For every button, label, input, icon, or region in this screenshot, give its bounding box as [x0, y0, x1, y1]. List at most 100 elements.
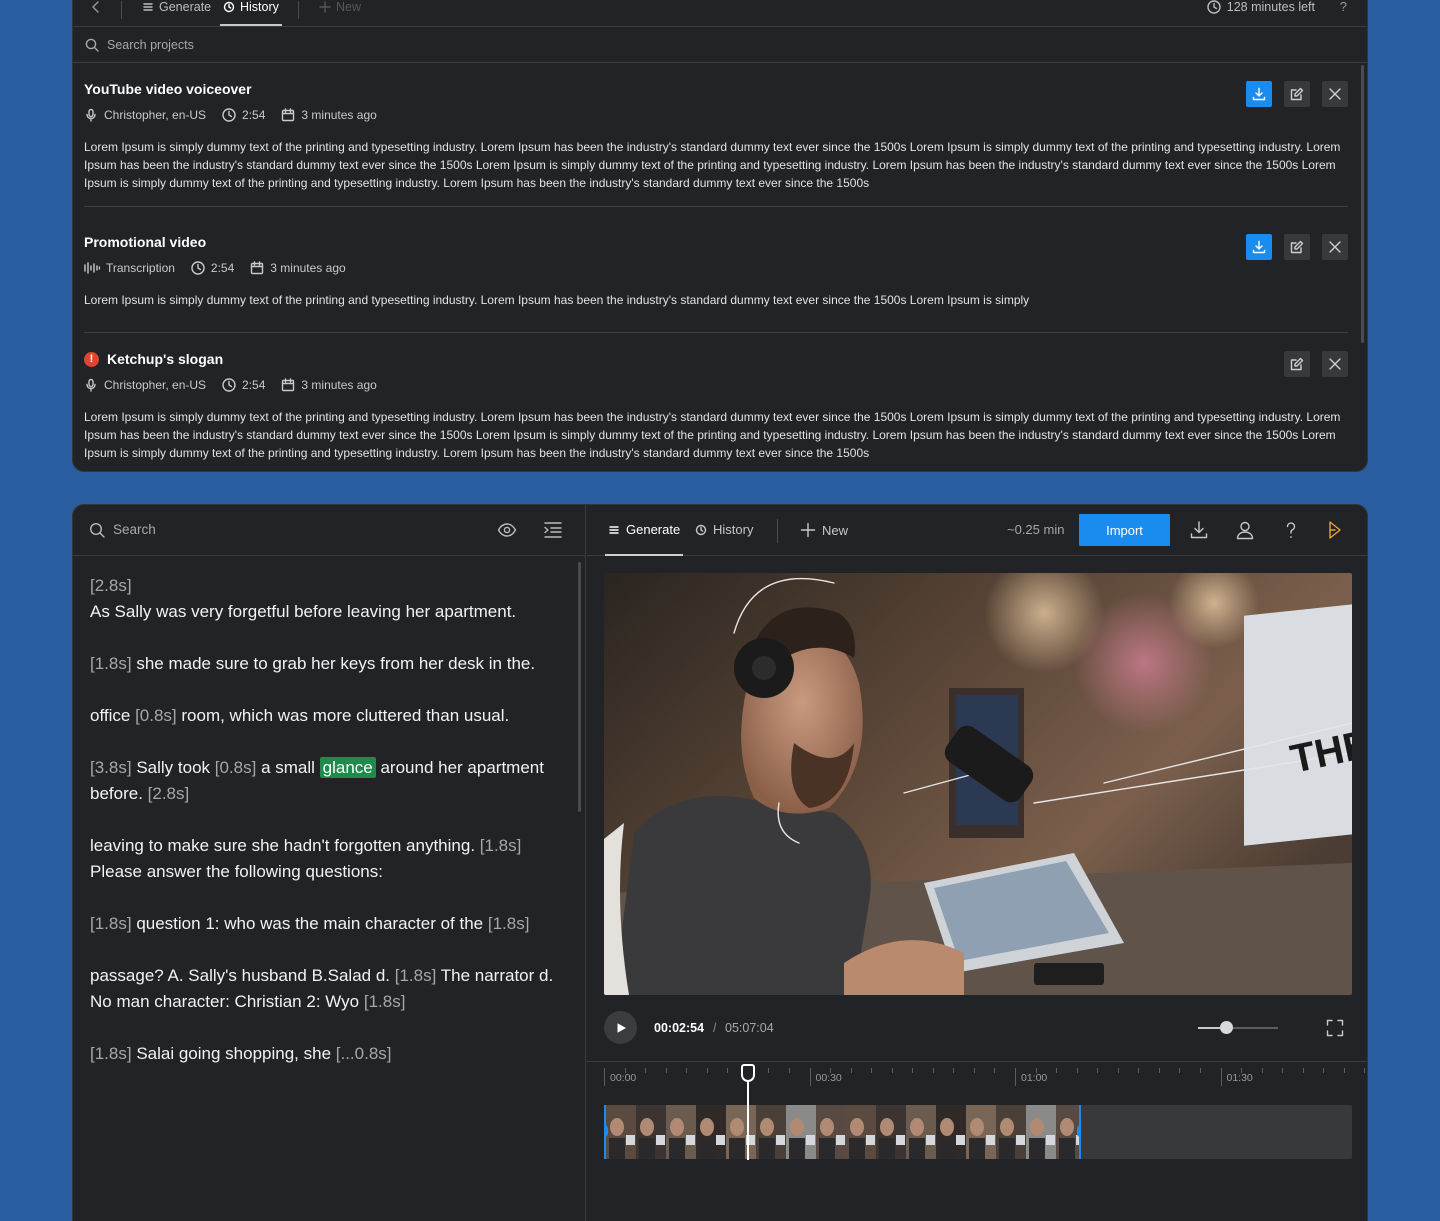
video-preview[interactable]: THE [604, 573, 1352, 995]
project-card[interactable]: Promotional video Transcription 2:54 3 m… [84, 234, 1348, 334]
transcript-paragraph: passage? A. Sally's husband B.Salad d. [… [90, 966, 554, 1011]
tick-minor [788, 1068, 790, 1073]
back-icon[interactable] [89, 0, 103, 14]
project-meta: Transcription 2:54 3 minutes ago [84, 261, 362, 275]
tick-minor [1302, 1068, 1304, 1073]
eye-icon[interactable] [497, 521, 517, 539]
highlighted-word[interactable]: glance [319, 757, 376, 778]
tick-minor [1199, 1068, 1201, 1073]
timeline-track[interactable] [604, 1105, 1352, 1159]
close-icon [1328, 87, 1342, 101]
clock-icon [191, 261, 205, 275]
tick-minor [1035, 1068, 1037, 1073]
project-title: YouTube video voiceover [84, 81, 252, 97]
play-button[interactable] [604, 1011, 637, 1044]
divider [84, 332, 1348, 333]
indent-lines-icon[interactable] [543, 521, 563, 539]
tick-minor [1056, 1068, 1058, 1073]
divider [777, 519, 778, 543]
fullscreen-icon[interactable] [1326, 1019, 1344, 1037]
top-toolbar: Generate History New 128 minutes left ? [73, 0, 1367, 27]
total-time: 05:07:04 [725, 1021, 774, 1035]
video-clip[interactable] [604, 1105, 1081, 1159]
transcript-paragraph: [1.8s] Salai going shopping, she [...0.8… [90, 1044, 392, 1063]
tab-new[interactable]: New [319, 0, 361, 14]
microphone-icon [84, 108, 98, 122]
tick-minor [912, 1068, 914, 1073]
transcript-pane: Search [2.8s] As Sally was very forgetfu… [73, 505, 586, 1221]
history-icon [223, 1, 235, 13]
waveform-icon [84, 261, 100, 275]
delete-button[interactable] [1322, 234, 1348, 260]
tick-minor [1179, 1068, 1181, 1073]
brand-logo-icon[interactable] [1327, 520, 1343, 540]
tick-minor [1117, 1068, 1119, 1073]
timeline[interactable]: 00:00 00:30 01:00 01:30 [587, 1061, 1367, 1221]
tick-minor [830, 1068, 832, 1073]
volume-handle[interactable] [1220, 1021, 1233, 1034]
tab-history[interactable]: History [223, 0, 279, 14]
import-button[interactable]: Import [1079, 514, 1170, 546]
tick-minor [1097, 1068, 1099, 1073]
tick-minor [727, 1068, 729, 1073]
volume-slider[interactable] [1198, 1027, 1278, 1029]
download-button[interactable] [1246, 81, 1272, 107]
transcript-paragraph: leaving to make sure she hadn't forgotte… [90, 836, 522, 881]
tick-label: 01:30 [1226, 1072, 1253, 1084]
clip-thumbnails [606, 1105, 1079, 1159]
tab-new[interactable]: New [800, 522, 848, 538]
time-separator: / [713, 1021, 717, 1035]
tick-label: 01:00 [1021, 1072, 1048, 1084]
tick-minor [871, 1068, 873, 1073]
edit-icon [1290, 357, 1304, 371]
transcript-paragraph: [2.8s] As Sally was very forgetful befor… [90, 576, 517, 621]
tab-generate[interactable]: Generate [608, 522, 680, 537]
duration-estimate: ~0.25 min [1007, 522, 1065, 537]
project-card[interactable]: ! Ketchup's slogan Christopher, en-US 2:… [84, 351, 1348, 471]
delete-button[interactable] [1322, 351, 1348, 377]
transcript-paragraph: office [0.8s] room, which was more clutt… [90, 706, 510, 725]
project-text: Lorem Ipsum is simply dummy text of the … [84, 410, 1341, 460]
download-button[interactable] [1246, 234, 1272, 260]
tick-minor [604, 1068, 605, 1073]
project-title: Promotional video [84, 234, 207, 250]
tick-minor [1343, 1068, 1345, 1073]
player-pane: Generate History New ~0.25 min Import TH… [587, 505, 1367, 1221]
help-icon[interactable] [1281, 520, 1301, 540]
tab-history[interactable]: History [695, 522, 753, 537]
calendar-icon [281, 378, 295, 392]
user-icon[interactable] [1235, 520, 1255, 540]
video-frame-image: THE [604, 573, 1352, 995]
tick-minor [1138, 1068, 1140, 1073]
tick-minor [850, 1068, 852, 1073]
tick-minor [1323, 1068, 1325, 1073]
search-input[interactable] [107, 37, 507, 52]
edit-button[interactable] [1284, 81, 1310, 107]
download-icon[interactable] [1189, 520, 1209, 540]
download-icon [1252, 240, 1266, 254]
clock-icon [1207, 0, 1221, 14]
divider [84, 206, 1348, 207]
tab-generate[interactable]: Generate [142, 0, 211, 14]
tick-minor [1282, 1068, 1284, 1073]
player-toolbar: Generate History New ~0.25 min Import [587, 505, 1367, 556]
tick-minor [1364, 1068, 1366, 1073]
help-button[interactable]: ? [1340, 0, 1347, 14]
search-input[interactable]: Search [113, 522, 156, 537]
scrollbar[interactable] [578, 562, 581, 812]
playhead-handle[interactable] [741, 1064, 755, 1082]
transcript-text[interactable]: [2.8s] As Sally was very forgetful befor… [90, 573, 565, 1093]
project-card[interactable]: YouTube video voiceover Christopher, en-… [84, 81, 1348, 231]
active-tab-indicator [605, 554, 683, 556]
search-icon [89, 522, 105, 538]
lines-icon [142, 1, 154, 13]
scrollbar[interactable] [1361, 65, 1364, 343]
tick-minor [768, 1068, 770, 1073]
delete-button[interactable] [1322, 81, 1348, 107]
edit-button[interactable] [1284, 351, 1310, 377]
editor-panel: Search [2.8s] As Sally was very forgetfu… [72, 504, 1368, 1221]
play-icon [615, 1022, 627, 1034]
clip-start-handle[interactable] [606, 1125, 608, 1137]
transcript-paragraph: [1.8s] question 1: who was the main char… [90, 914, 530, 933]
edit-button[interactable] [1284, 234, 1310, 260]
